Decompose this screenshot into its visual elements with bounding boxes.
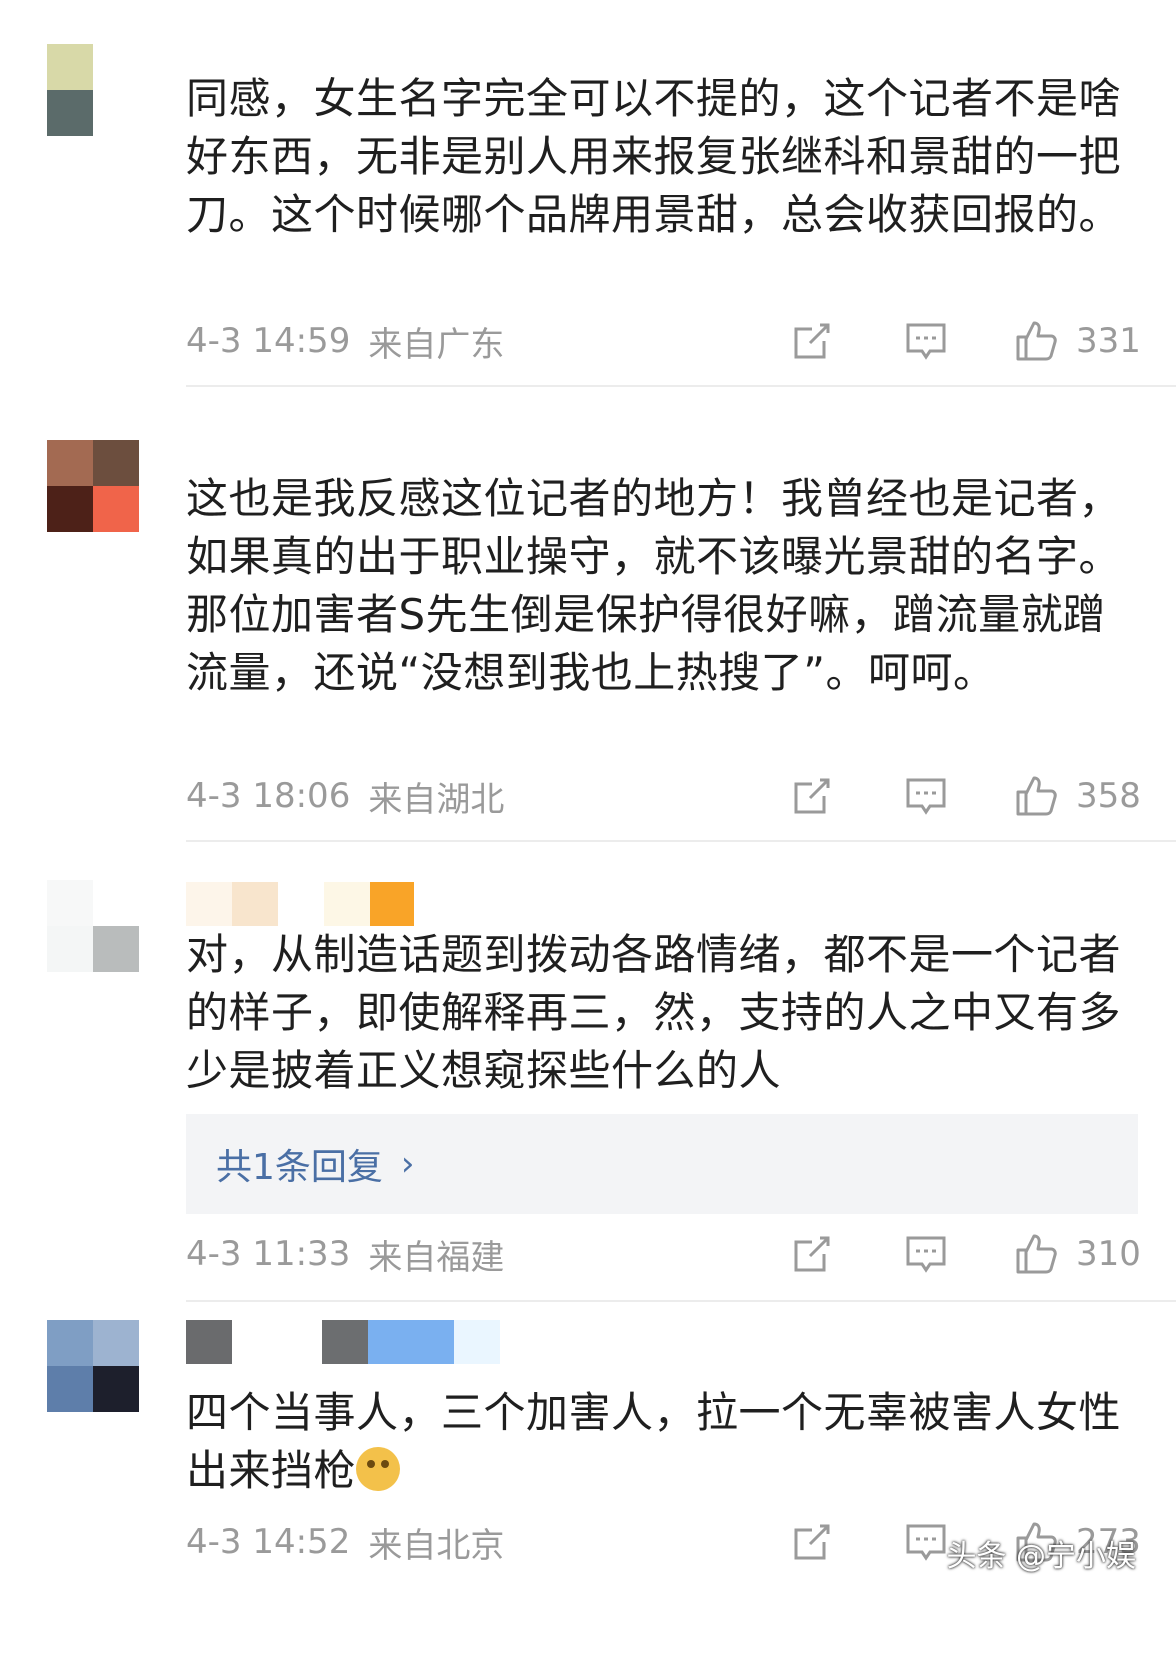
watermark: 头条 @宁小娱 [946,1539,1136,1574]
share-icon[interactable] [790,774,834,818]
username-block [324,882,370,926]
avatar-tile [93,440,139,486]
comment-location: 来自北京 [368,1525,505,1566]
comment-text-content: 四个当事人，三个加害人，拉一个无辜被害人女性出来挡枪 [186,1388,1122,1495]
username[interactable] [186,1320,526,1364]
comment-location: 来自湖北 [368,779,505,820]
avatar-tile [93,880,139,926]
username-block [370,882,414,926]
comment-location: 来自福建 [368,1237,505,1278]
thumbs-up-icon [1016,321,1057,361]
avatar[interactable] [47,880,139,972]
comment-icon[interactable] [904,1520,948,1564]
share-icon[interactable] [790,319,834,363]
comment-time: 4-3 14:52 [186,1522,351,1562]
comment-icon[interactable] [904,319,948,363]
username-block [368,1320,454,1364]
avatar-tile [93,486,139,532]
avatar-tile [47,1320,93,1366]
share-icon[interactable] [790,1520,834,1564]
avatar-tile [47,880,93,926]
username-block [186,882,232,926]
avatar-tile [93,44,139,90]
divider [186,1300,1176,1302]
view-replies-button[interactable]: 共1条回复 › [186,1114,1138,1214]
avatar-tile [47,926,93,972]
avatar-tile [47,1366,93,1412]
comment-text: 对，从制造话题到拨动各路情绪，都不是一个记者的样子，即使解释再三，然，支持的人之… [186,930,1122,1095]
avatar[interactable] [47,44,139,136]
avatar-tile [93,1320,139,1366]
comment-actions: 358 [790,771,1141,821]
comment-time: 4-3 14:59 [186,321,351,361]
avatar-tile [47,440,93,486]
like-count: 331 [1076,321,1141,361]
comment-time: 4-3 18:06 [186,776,351,816]
like-button[interactable]: 358 [1014,774,1141,818]
username[interactable] [186,882,526,926]
emoji-icon [356,1447,401,1491]
comment-location: 来自广东 [368,324,505,365]
thumbs-up-icon [1016,776,1057,816]
comment-icon[interactable] [904,774,948,818]
like-count: 358 [1076,776,1141,816]
replies-label: 共1条回复 [216,1147,383,1188]
comment-actions: 310 [790,1229,1141,1279]
avatar[interactable] [47,440,139,532]
avatar-tile [93,90,139,136]
comment-text: 四个当事人，三个加害人，拉一个无辜被害人女性出来挡枪 [186,1384,1146,1500]
username-block [232,1320,322,1364]
username-block [322,1320,368,1364]
comment-text: 这也是我反感这位记者的地方！我曾经也是记者，如果真的出于职业操守，就不该曝光景甜… [186,474,1122,697]
thumbs-up-icon [1016,1234,1057,1274]
chevron-right-icon: › [400,1144,415,1184]
divider [186,840,1176,842]
comment-actions: 331 [790,316,1141,366]
avatar-tile [93,926,139,972]
like-count: 310 [1076,1234,1141,1274]
avatar[interactable] [47,1320,139,1412]
like-button[interactable]: 310 [1014,1232,1141,1276]
comment-text: 同感，女生名字完全可以不提的，这个记者不是啥好东西，无非是别人用来报复张继科和景… [186,74,1122,239]
username-block [454,1320,500,1364]
username-block [186,1320,232,1364]
avatar-tile [93,1366,139,1412]
share-icon[interactable] [790,1232,834,1276]
username-block [232,882,278,926]
comment-icon[interactable] [904,1232,948,1276]
avatar-tile [47,90,93,136]
avatar-tile [47,486,93,532]
comment-time: 4-3 11:33 [186,1234,351,1274]
username-block [278,882,324,926]
divider [186,385,1176,387]
like-button[interactable]: 331 [1014,319,1141,363]
avatar-tile [47,44,93,90]
